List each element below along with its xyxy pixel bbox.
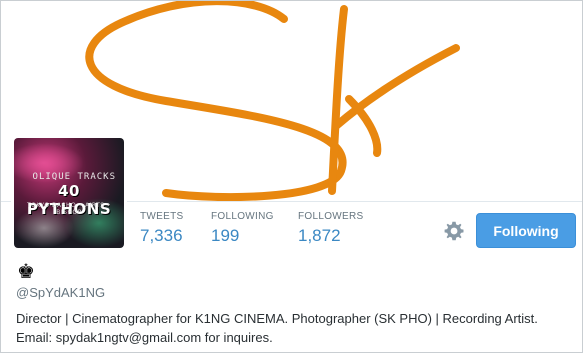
stat-tweets-label: TWEETS [140,211,184,222]
profile-card: OLIQUE TRACKS 40 PYTHONS TOKYO DASHO • A… [0,0,583,353]
stat-following[interactable]: FOLLOWING 199 [211,211,274,246]
stat-following-value: 199 [211,226,240,245]
avatar[interactable]: OLIQUE TRACKS 40 PYTHONS TOKYO DASHO • A… [11,135,127,251]
following-button[interactable]: Following [476,213,576,248]
crown-icon: ♚ [17,259,35,283]
avatar-image: OLIQUE TRACKS 40 PYTHONS TOKYO DASHO • A… [14,138,124,248]
gear-icon[interactable] [442,219,466,243]
stat-tweets[interactable]: TWEETS 7,336 [140,211,183,246]
avatar-top-text: OLIQUE TRACKS [32,172,116,182]
signature-k-upper-arm [332,44,460,130]
avatar-sub-text: TOKYO DASHO • AIRTS • BISHOP [26,202,112,216]
profile-bio: Director | Cinematographer for K1NG CINE… [16,311,538,345]
profile-handle[interactable]: @SpYdAK1NG [16,285,105,300]
stat-followers-value: 1,872 [298,226,341,245]
stat-followers[interactable]: FOLLOWERS 1,872 [298,211,364,246]
stat-following-label: FOLLOWING [211,211,274,222]
stat-followers-label: FOLLOWERS [298,211,364,222]
signature-s-stroke [85,1,347,201]
stat-tweets-value: 7,336 [140,226,183,245]
